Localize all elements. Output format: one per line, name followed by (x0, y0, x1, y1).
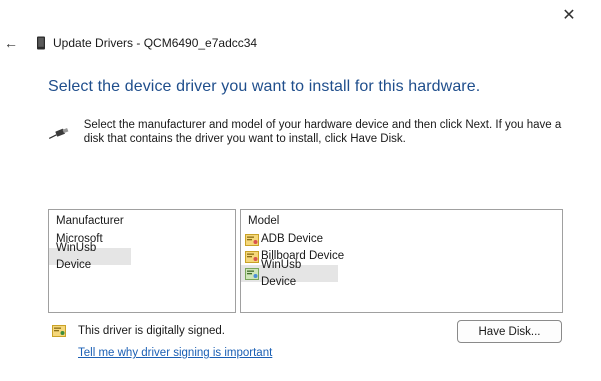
window-title: Update Drivers - QCM6490_e7adcc34 (53, 36, 258, 50)
window-title-row: Update Drivers - QCM6490_e7adcc34 (36, 35, 257, 51)
instructions-text: Select the manufacturer and model of you… (83, 119, 562, 145)
model-item-winusb-device[interactable]: WinUsb Device (241, 259, 338, 288)
manufacturer-list[interactable]: Manufacturer Microsoft WinUsb Device (48, 209, 236, 313)
driver-certificate-icon (245, 267, 259, 280)
model-list-header: Model (248, 215, 280, 227)
usb-cable-icon (48, 128, 69, 139)
model-list[interactable]: Model ADB Device Billboard Device WinUsb… (240, 209, 563, 313)
have-disk-button[interactable]: Have Disk... (457, 320, 562, 343)
update-drivers-dialog: ✕ ← Update Drivers - QCM6490_e7adcc34 Se… (0, 0, 601, 381)
page-heading: Select the device driver you want to ins… (48, 78, 481, 95)
certificate-icon (52, 325, 66, 337)
manufacturer-list-header: Manufacturer (56, 215, 124, 227)
model-item-adb-device[interactable]: ADB Device (241, 231, 562, 248)
close-button[interactable]: ✕ (556, 2, 582, 28)
back-button[interactable]: ← (0, 34, 22, 52)
manufacturer-item-winusb-device[interactable]: WinUsb Device (49, 242, 131, 271)
back-arrow-icon: ← (4, 35, 18, 51)
driver-certificate-icon (245, 233, 259, 246)
list-item-label: WinUsb Device (261, 258, 302, 288)
driver-signing-link[interactable]: Tell me why driver signing is important (78, 347, 272, 359)
close-icon: ✕ (562, 7, 576, 24)
device-icon (37, 36, 45, 50)
list-item-label: ADB Device (261, 233, 323, 245)
instructions-block: Select the manufacturer and model of you… (48, 118, 568, 146)
signature-status: This driver is digitally signed. (52, 325, 225, 337)
list-item-label: WinUsb Device (56, 241, 97, 271)
signature-status-text: This driver is digitally signed. (78, 325, 226, 337)
driver-certificate-icon (245, 250, 259, 263)
